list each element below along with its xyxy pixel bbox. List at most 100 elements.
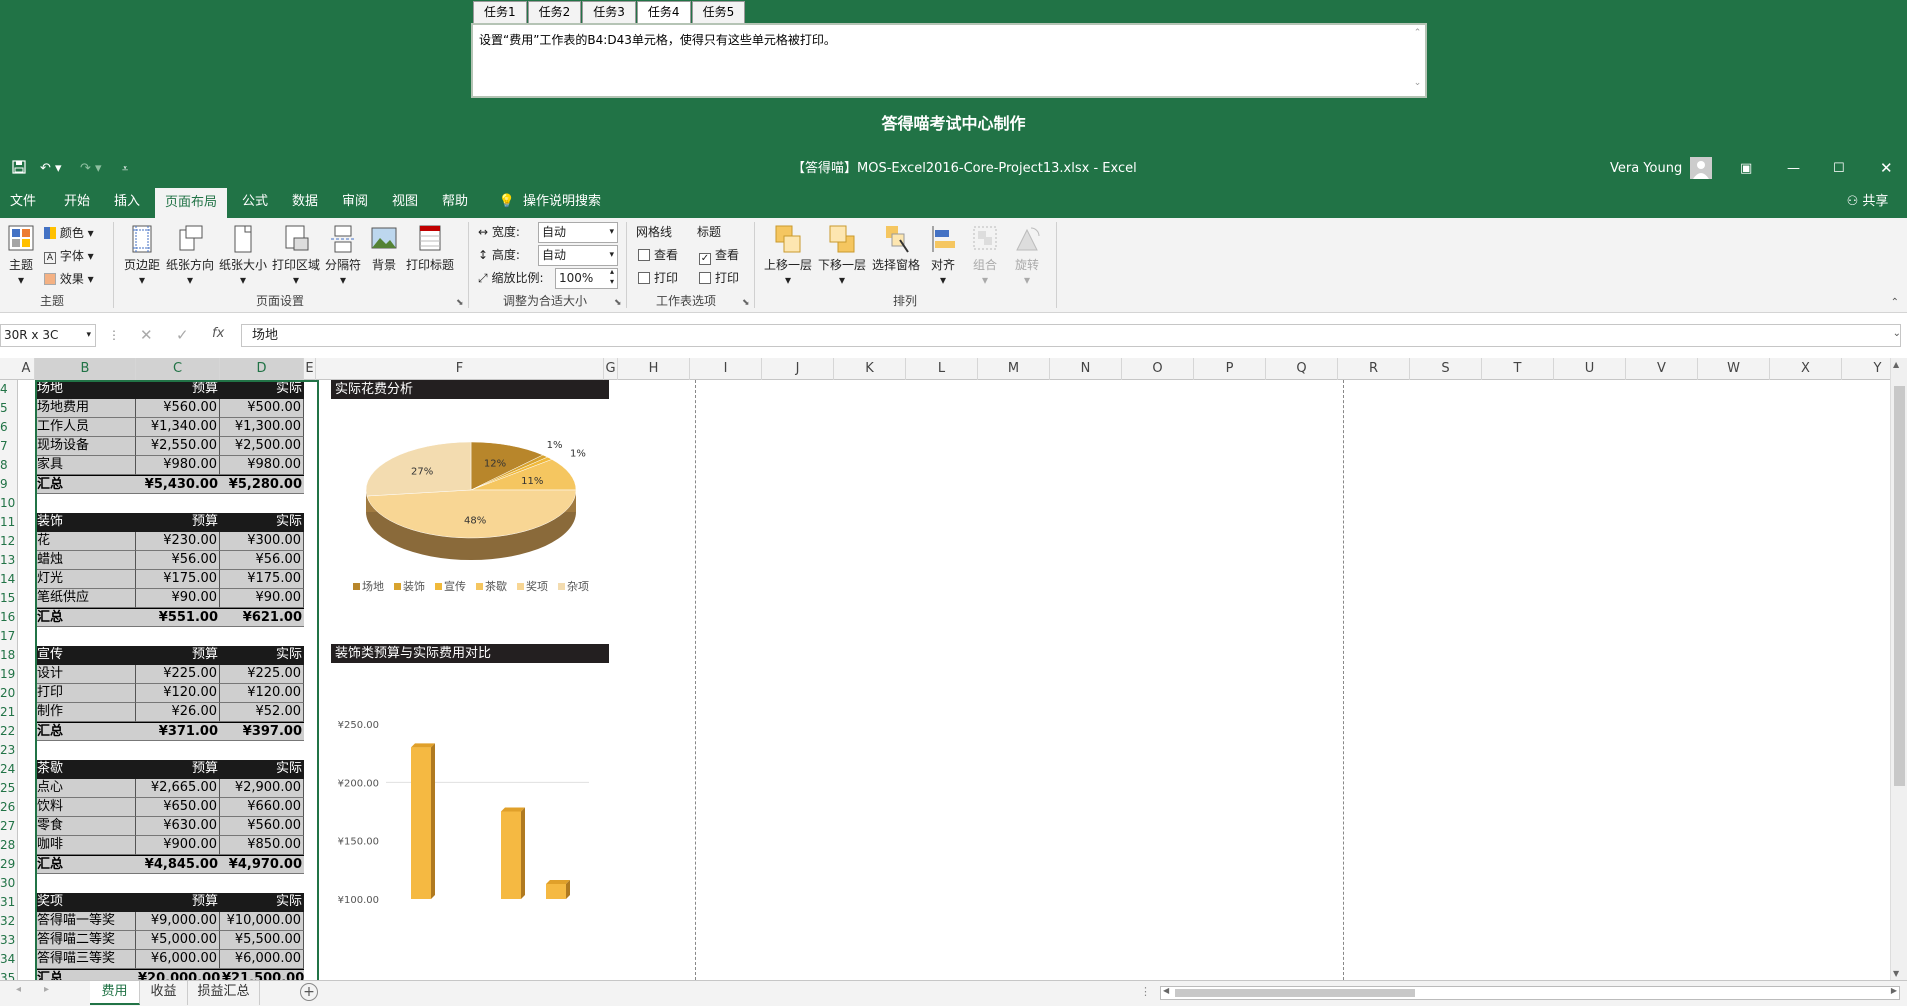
cell-d[interactable] (220, 627, 304, 646)
cell-b[interactable]: 宣传 (35, 646, 136, 665)
cell-d[interactable]: ¥10,000.00 (220, 912, 304, 931)
background-button[interactable]: 背景 (368, 224, 400, 273)
row-header[interactable]: 33 (0, 931, 18, 950)
table-row[interactable]: 场地费用 ¥560.00 ¥500.00 (35, 399, 318, 418)
row-header[interactable]: 35 (0, 969, 18, 980)
cell-b[interactable]: 家具 (35, 456, 136, 475)
tab-insert[interactable]: 插入 (112, 185, 142, 218)
minimize-icon[interactable]: — (1787, 152, 1800, 185)
total-row[interactable]: 汇总 ¥371.00 ¥397.00 (35, 722, 318, 741)
scroll-up-icon[interactable]: ▲ (1893, 360, 1899, 369)
row-header[interactable]: 4 (0, 380, 18, 399)
cell-c[interactable]: 预算 (136, 380, 220, 399)
table-row[interactable]: 家具 ¥980.00 ¥980.00 (35, 456, 318, 475)
table-row[interactable]: 答得喵一等奖 ¥9,000.00 ¥10,000.00 (35, 912, 318, 931)
enter-icon[interactable]: ✓ (176, 326, 189, 344)
scroll-left-icon[interactable]: ◀ (1163, 986, 1169, 995)
cell-c[interactable]: ¥6,000.00 (136, 950, 220, 969)
row-header[interactable]: 27 (0, 817, 18, 836)
theme-fonts-button[interactable]: A 字体 ▾ (44, 246, 94, 266)
task-tab-1[interactable]: 任务1 (473, 1, 527, 23)
cell-b[interactable]: 制作 (35, 703, 136, 722)
theme-colors-button[interactable]: 颜色 ▾ (44, 223, 94, 243)
row-header[interactable]: 34 (0, 950, 18, 969)
cell-b[interactable]: 花 (35, 532, 136, 551)
cell-d[interactable]: ¥175.00 (220, 570, 304, 589)
column-header-j[interactable]: J (762, 358, 834, 380)
cell-b[interactable]: 汇总 (35, 969, 136, 980)
cell-d[interactable]: ¥660.00 (220, 798, 304, 817)
tab-page-layout[interactable]: 页面布局 (155, 188, 227, 218)
scale-spinner[interactable]: 100% ▴ ▾ (555, 267, 618, 289)
column-header-r[interactable]: R (1338, 358, 1410, 380)
cell-d[interactable]: ¥4,970.00 (220, 855, 304, 874)
row-header[interactable]: 18 (0, 646, 18, 665)
blank-row[interactable] (35, 874, 318, 893)
table-row[interactable]: 花 ¥230.00 ¥300.00 (35, 532, 318, 551)
cell-b[interactable]: 答得喵二等奖 (35, 931, 136, 950)
cell-c[interactable] (136, 874, 220, 893)
cell-b[interactable]: 蜡烛 (35, 551, 136, 570)
category-header-row[interactable]: 茶歇 预算 实际 (35, 760, 318, 779)
worksheet-grid[interactable]: ABCDEFGHIJKLMNOPQRSTUVWXY 4 5 6 7 8 9 10 11 12 13… (0, 358, 1907, 980)
table-row[interactable]: 饮料 ¥650.00 ¥660.00 (35, 798, 318, 817)
formula-input[interactable]: 场地 (241, 324, 1901, 347)
cell-c[interactable]: ¥900.00 (136, 836, 220, 855)
table-row[interactable]: 设计 ¥225.00 ¥225.00 (35, 665, 318, 684)
expand-formula-icon[interactable]: ⌄ (1893, 328, 1901, 339)
category-header-row[interactable]: 奖项 预算 实际 (35, 893, 318, 912)
cell-b[interactable]: 汇总 (35, 608, 136, 627)
gridlines-view-checkbox[interactable]: 查看 (638, 245, 678, 265)
headings-view-checkbox[interactable]: ✓ 查看 (699, 245, 739, 265)
cell-b[interactable]: 点心 (35, 779, 136, 798)
scroll-down-icon[interactable]: ▼ (1893, 969, 1899, 978)
tab-data[interactable]: 数据 (290, 185, 320, 218)
cell-b[interactable]: 汇总 (35, 475, 136, 494)
next-sheet-icon[interactable]: ▸ (44, 984, 49, 995)
row-header[interactable]: 21 (0, 703, 18, 722)
pie-chart[interactable]: 实际花费分析 12% 1% 1% 11% 48% 27% 场地 装饰 宣传 茶歇 奖项 杂项 (331, 380, 611, 610)
bring-forward-button[interactable]: 上移一层 ▾ (762, 224, 814, 287)
category-header-row[interactable]: 宣传 预算 实际 (35, 646, 318, 665)
page-setup-launcher-icon[interactable]: ⬊ (456, 298, 464, 308)
category-header-row[interactable]: 场地 预算 实际 (35, 380, 318, 399)
cell-c[interactable]: ¥1,340.00 (136, 418, 220, 437)
margins-button[interactable]: 页边距 ▾ (122, 224, 162, 287)
row-header[interactable]: 29 (0, 855, 18, 874)
save-icon[interactable] (12, 152, 26, 185)
column-header-b[interactable]: B (35, 358, 136, 380)
cell-d[interactable]: ¥6,000.00 (220, 950, 304, 969)
lightbulb-icon[interactable]: 💡 (498, 185, 516, 218)
cell-b[interactable]: 工作人员 (35, 418, 136, 437)
bar[interactable] (546, 884, 566, 899)
maximize-icon[interactable]: ☐ (1833, 152, 1845, 185)
row-header[interactable]: 19 (0, 665, 18, 684)
cell-d[interactable]: ¥120.00 (220, 684, 304, 703)
row-header[interactable]: 20 (0, 684, 18, 703)
row-header[interactable]: 16 (0, 608, 18, 627)
cell-c[interactable]: ¥9,000.00 (136, 912, 220, 931)
row-header[interactable]: 30 (0, 874, 18, 893)
table-row[interactable]: 答得喵三等奖 ¥6,000.00 ¥6,000.00 (35, 950, 318, 969)
row-header[interactable]: 12 (0, 532, 18, 551)
table-row[interactable]: 答得喵二等奖 ¥5,000.00 ¥5,500.00 (35, 931, 318, 950)
row-header[interactable]: 14 (0, 570, 18, 589)
headings-print-checkbox[interactable]: 打印 (699, 268, 739, 288)
column-header-i[interactable]: I (690, 358, 762, 380)
print-area-button[interactable]: 打印区域 ▾ (271, 224, 321, 287)
cell-b[interactable]: 场地 (35, 380, 136, 399)
cell-b[interactable]: 答得喵一等奖 (35, 912, 136, 931)
insert-function-icon[interactable]: fx (212, 326, 224, 341)
column-header-h[interactable]: H (618, 358, 690, 380)
scroll-thumb[interactable] (1894, 386, 1905, 786)
cell-d[interactable]: 实际 (220, 760, 304, 779)
table-row[interactable]: 灯光 ¥175.00 ¥175.00 (35, 570, 318, 589)
task-scrollbar[interactable]: ⌃ ⌄ (1412, 28, 1423, 96)
row-header[interactable]: 31 (0, 893, 18, 912)
table-row[interactable]: 点心 ¥2,665.00 ¥2,900.00 (35, 779, 318, 798)
cell-d[interactable] (220, 874, 304, 893)
sheet-tab-expenses[interactable]: 费用 (90, 981, 140, 1005)
row-header[interactable]: 13 (0, 551, 18, 570)
cell-d[interactable]: ¥2,500.00 (220, 437, 304, 456)
bar[interactable] (501, 811, 521, 900)
